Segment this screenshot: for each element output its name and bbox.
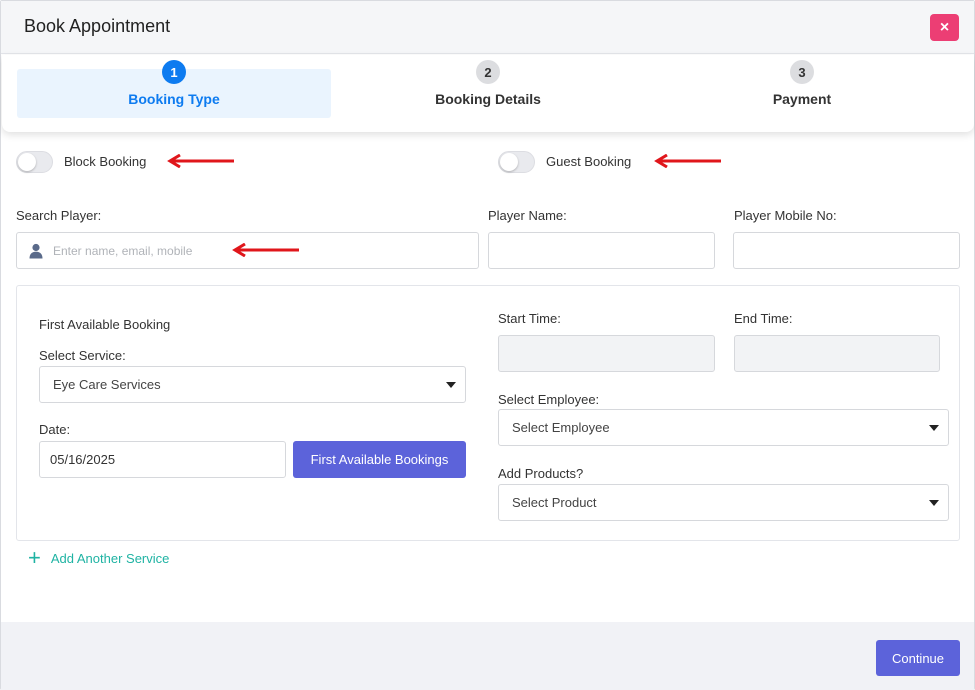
select-service-value: Eye Care Services <box>53 377 161 392</box>
date-value: 05/16/2025 <box>50 452 116 467</box>
step-payment[interactable]: 3 Payment <box>645 55 959 132</box>
select-employee-dropdown[interactable]: Select Employee <box>498 409 949 446</box>
end-time-input[interactable] <box>734 335 940 372</box>
close-button[interactable]: × <box>930 14 959 41</box>
date-input[interactable]: 05/16/2025 <box>39 441 286 478</box>
plus-icon: + <box>28 545 41 570</box>
select-service-dropdown[interactable]: Eye Care Services <box>39 366 466 403</box>
start-time-input[interactable] <box>498 335 715 372</box>
step-booking-details[interactable]: 2 Booking Details <box>331 55 645 132</box>
chevron-down-icon <box>446 382 456 388</box>
first-available-bookings-button[interactable]: First Available Bookings <box>293 441 466 478</box>
start-time-label: Start Time: <box>498 311 561 326</box>
step-label: Payment <box>772 91 832 107</box>
step-number-2: 2 <box>476 60 500 84</box>
select-employee-label: Select Employee: <box>498 392 600 407</box>
annotation-arrow <box>167 154 234 168</box>
step-label: Booking Type <box>128 91 220 107</box>
modal-header: Book Appointment × <box>1 1 974 54</box>
add-another-service-link[interactable]: + Add Another Service <box>28 545 170 570</box>
first-available-heading: First Available Booking <box>39 317 171 332</box>
guest-booking-toggle[interactable] <box>498 151 535 173</box>
block-booking-toggle[interactable] <box>16 151 53 173</box>
player-name-label: Player Name: <box>488 208 567 223</box>
player-name-input[interactable] <box>488 232 715 269</box>
modal-title: Book Appointment <box>24 16 171 36</box>
step-label: Booking Details <box>435 91 541 107</box>
select-service-label: Select Service: <box>39 348 126 363</box>
continue-button[interactable]: Continue <box>876 640 960 676</box>
user-icon <box>29 243 43 258</box>
annotation-arrow <box>232 243 299 257</box>
block-booking-label: Block Booking <box>64 154 147 169</box>
modal-footer: Continue <box>1 622 974 690</box>
add-another-service-label: Add Another Service <box>50 550 170 566</box>
step-number-3: 3 <box>790 60 814 84</box>
search-player-label: Search Player: <box>16 208 102 223</box>
date-label: Date: <box>39 422 71 437</box>
step-number-1: 1 <box>162 60 186 84</box>
select-employee-value: Select Employee <box>512 420 610 435</box>
player-mobile-input[interactable] <box>733 232 960 269</box>
book-appointment-modal: Book Appointment × 1 Booking Type 2 Book… <box>0 0 975 690</box>
close-icon: × <box>939 18 950 36</box>
chevron-down-icon <box>929 425 939 431</box>
player-mobile-label: Player Mobile No: <box>734 208 837 223</box>
select-product-dropdown[interactable]: Select Product <box>498 484 949 521</box>
search-player-placeholder: Enter name, email, mobile <box>53 243 193 258</box>
guest-booking-label: Guest Booking <box>546 154 632 169</box>
step-booking-type[interactable]: 1 Booking Type <box>17 55 331 132</box>
select-product-value: Select Product <box>512 495 597 510</box>
end-time-label: End Time: <box>734 311 793 326</box>
chevron-down-icon <box>929 500 939 506</box>
annotation-arrow <box>654 154 721 168</box>
booking-stepper: 1 Booking Type 2 Booking Details 3 Payme… <box>2 55 974 132</box>
add-products-label: Add Products? <box>498 466 584 481</box>
